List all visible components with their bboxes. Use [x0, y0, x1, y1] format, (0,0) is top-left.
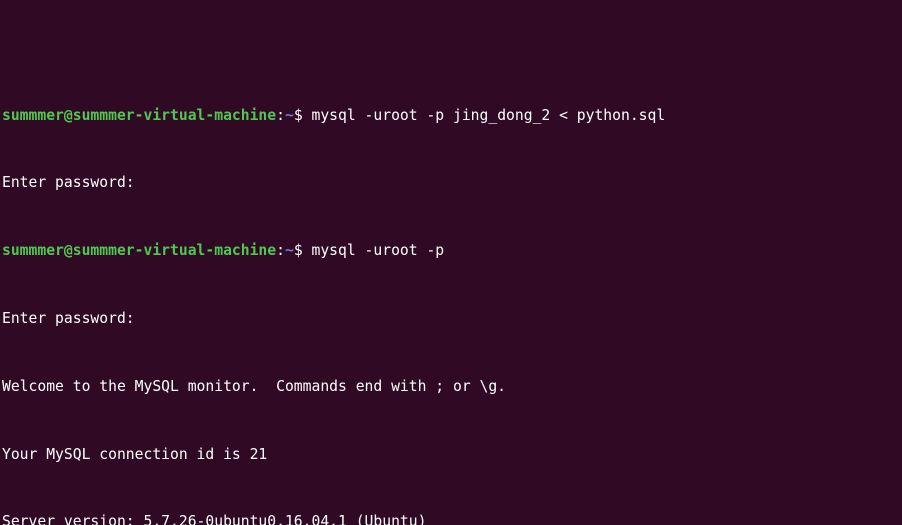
terminal-line-connection-id: Your MySQL connection id is 21 [2, 445, 692, 464]
terminal-screen[interactable]: summmer@summmer-virtual-machine:~$ mysql… [2, 0, 692, 525]
prompt-dollar: $ [293, 106, 312, 124]
terminal-line-enter-password-2: Enter password: [2, 310, 692, 328]
terminal-line-welcome: Welcome to the MySQL monitor. Commands e… [2, 377, 692, 396]
prompt-path: ~ [284, 106, 294, 124]
password-prompt-1: Enter password: [2, 174, 135, 192]
terminal-line-prompt-command-1[interactable]: summmer@summmer-virtual-machine:~$ mysql… [2, 106, 692, 125]
prompt-userhost: summmer@summmer-virtual-machine [2, 242, 277, 260]
terminal-window[interactable]: summmer@summmer-virtual-machine:~$ mysql… [0, 0, 902, 525]
mysql-server-version-text: Server version: 5.7.26-0ubuntu0.16.04.1 … [2, 513, 427, 525]
terminal-line-prompt-command-2[interactable]: summmer@summmer-virtual-machine:~$ mysql… [2, 242, 692, 260]
shell-command-2: mysql -uroot -p [311, 242, 445, 260]
prompt-path: ~ [284, 242, 294, 260]
shell-command-1: mysql -uroot -p jing_dong_2 < python.sql [311, 106, 666, 124]
mysql-welcome-text: Welcome to the MySQL monitor. Commands e… [2, 377, 507, 395]
mysql-connection-id-text: Your MySQL connection id is 21 [2, 445, 268, 463]
prompt-colon: : [276, 242, 285, 260]
prompt-dollar: $ [293, 242, 312, 260]
prompt-userhost: summmer@summmer-virtual-machine [2, 106, 277, 124]
password-prompt-2: Enter password: [2, 310, 135, 328]
prompt-colon: : [276, 106, 285, 124]
scrollback-partial-text [2, 39, 11, 56]
terminal-line-server-version: Server version: 5.7.26-0ubuntu0.16.04.1 … [2, 513, 692, 525]
terminal-line-enter-password-1: Enter password: [2, 174, 692, 192]
terminal-line-scrollback [2, 40, 692, 57]
